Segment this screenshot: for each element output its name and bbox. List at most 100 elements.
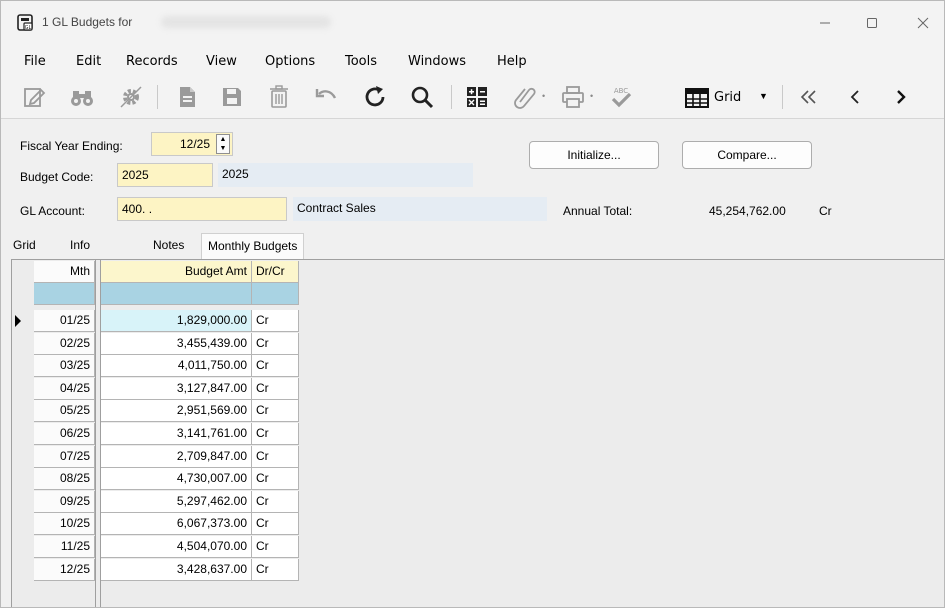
cell-drcr[interactable]: Cr — [252, 490, 299, 513]
spin-down-icon[interactable]: ▼ — [217, 144, 229, 153]
gl-account-description: Contract Sales — [293, 197, 547, 221]
menu-edit[interactable]: Edit — [76, 54, 101, 69]
maximize-icon — [867, 18, 877, 28]
refresh-button[interactable] — [362, 84, 388, 110]
gl-account-input[interactable]: 400. . — [117, 197, 287, 221]
chevron-down-icon: ▼ — [759, 91, 768, 101]
print-dropdown[interactable]: • — [590, 91, 593, 101]
tab-info[interactable]: Info — [70, 238, 90, 252]
undo-button[interactable] — [313, 84, 339, 110]
cell-mth[interactable]: 12/25 — [34, 558, 95, 581]
grid-view-button[interactable]: Grid ▼ — [683, 87, 775, 109]
column-header-budget-amt[interactable]: Budget Amt — [101, 261, 252, 283]
cell-budget-amt[interactable]: 5,297,462.00 — [101, 490, 252, 513]
new-document-button[interactable] — [174, 84, 200, 110]
filter-cell-mth[interactable] — [34, 283, 95, 305]
previous-record-button[interactable] — [842, 84, 868, 110]
initialize-button[interactable]: Initialize... — [529, 141, 659, 169]
cell-drcr[interactable]: Cr — [252, 423, 299, 445]
cell-budget-amt[interactable]: 6,067,373.00 — [101, 513, 252, 536]
save-button[interactable] — [219, 84, 245, 110]
cell-drcr[interactable]: Cr — [252, 513, 299, 536]
previous-record-icon — [850, 90, 859, 104]
search-button[interactable] — [409, 84, 435, 110]
cell-mth[interactable]: 08/25 — [34, 468, 95, 491]
filter-cell-budget-amt[interactable] — [101, 283, 252, 305]
cell-drcr[interactable]: Cr — [252, 355, 299, 378]
menu-help[interactable]: Help — [497, 54, 527, 69]
tab-notes[interactable]: Notes — [153, 238, 184, 252]
column-header-drcr[interactable]: Dr/Cr — [252, 261, 299, 283]
cell-mth[interactable]: 05/25 — [34, 400, 95, 423]
attachment-button[interactable] — [512, 84, 538, 110]
grid-view-label: Grid — [714, 90, 742, 105]
column-header-mth[interactable]: Mth — [34, 261, 95, 283]
cell-mth[interactable]: 09/25 — [34, 490, 95, 513]
document-icon — [180, 87, 195, 107]
settings-button[interactable] — [118, 84, 144, 110]
cell-budget-amt[interactable]: 4,504,070.00 — [101, 536, 252, 558]
menu-file[interactable]: File — [24, 54, 46, 69]
cell-mth[interactable]: 02/25 — [34, 332, 95, 355]
window-title: 1 GL Budgets for — [42, 15, 133, 29]
cell-budget-amt[interactable]: 3,455,439.00 — [101, 332, 252, 355]
menu-options[interactable]: Options — [265, 54, 315, 69]
menu-records[interactable]: Records — [126, 54, 178, 69]
cell-mth[interactable]: 01/25 — [34, 310, 95, 332]
cell-drcr[interactable]: Cr — [252, 468, 299, 491]
spellcheck-button[interactable]: ABC — [608, 84, 634, 110]
cell-mth[interactable]: 11/25 — [34, 536, 95, 558]
cell-budget-amt[interactable]: 3,428,637.00 — [101, 558, 252, 581]
toolbar-separator — [782, 85, 783, 109]
fiscal-year-spinner[interactable]: ▲ ▼ — [216, 134, 230, 154]
cell-budget-amt[interactable]: 2,951,569.00 — [101, 400, 252, 423]
budget-code-input[interactable]: 2025 — [117, 163, 213, 187]
cell-budget-amt[interactable]: 1,829,000.00 — [101, 310, 252, 332]
cell-mth[interactable]: 06/25 — [34, 423, 95, 445]
menu-bar: File Edit Records View Options Tools Win… — [1, 43, 944, 75]
print-button[interactable] — [560, 84, 586, 110]
budget-code-label: Budget Code: — [20, 170, 94, 184]
cell-drcr[interactable]: Cr — [252, 310, 299, 332]
tab-monthly-budgets[interactable]: Monthly Budgets — [201, 233, 305, 261]
tab-bar: Grid Info Notes Monthly Budgets — [1, 232, 944, 261]
filter-cell-drcr[interactable] — [252, 283, 299, 305]
spin-up-icon[interactable]: ▲ — [217, 135, 229, 144]
cell-mth[interactable]: 03/25 — [34, 355, 95, 378]
menu-view[interactable]: View — [206, 54, 237, 69]
cell-mth[interactable]: 07/25 — [34, 445, 95, 468]
calculator-button[interactable] — [464, 84, 490, 110]
cell-drcr[interactable]: Cr — [252, 377, 299, 400]
cell-drcr[interactable]: Cr — [252, 558, 299, 581]
edit-button[interactable] — [21, 84, 47, 110]
grid-divider — [95, 260, 96, 607]
cell-mth[interactable]: 04/25 — [34, 377, 95, 400]
close-button[interactable] — [900, 9, 944, 37]
cell-drcr[interactable]: Cr — [252, 332, 299, 355]
cell-budget-amt[interactable]: 4,011,750.00 — [101, 355, 252, 378]
gl-account-label: GL Account: — [20, 204, 85, 218]
attachment-dropdown[interactable]: • — [542, 91, 545, 101]
title-bar[interactable]: GL 1 GL Budgets for — [1, 1, 944, 43]
compare-button[interactable]: Compare... — [682, 141, 812, 169]
annual-total-value: 45,254,762.00 — [709, 204, 786, 218]
menu-tools[interactable]: Tools — [345, 54, 377, 69]
company-name-redacted — [161, 16, 331, 28]
maximize-button[interactable] — [849, 9, 895, 37]
cell-budget-amt[interactable]: 3,141,761.00 — [101, 423, 252, 445]
cell-budget-amt[interactable]: 3,127,847.00 — [101, 377, 252, 400]
tab-grid[interactable]: Grid — [13, 238, 36, 252]
cell-drcr[interactable]: Cr — [252, 445, 299, 468]
cell-drcr[interactable]: Cr — [252, 400, 299, 423]
next-record-button[interactable] — [888, 84, 914, 110]
cell-budget-amt[interactable]: 4,730,007.00 — [101, 468, 252, 491]
find-button[interactable] — [69, 84, 95, 110]
delete-button[interactable] — [266, 84, 292, 110]
cell-budget-amt[interactable]: 2,709,847.00 — [101, 445, 252, 468]
cell-mth[interactable]: 10/25 — [34, 513, 95, 536]
menu-windows[interactable]: Windows — [408, 54, 466, 69]
first-record-button[interactable] — [795, 84, 821, 110]
minimize-button[interactable] — [802, 9, 848, 37]
monthly-budgets-grid: Mth Budget Amt Dr/Cr 01/25 1,829,000.00 Cr… — [11, 259, 944, 607]
cell-drcr[interactable]: Cr — [252, 536, 299, 558]
